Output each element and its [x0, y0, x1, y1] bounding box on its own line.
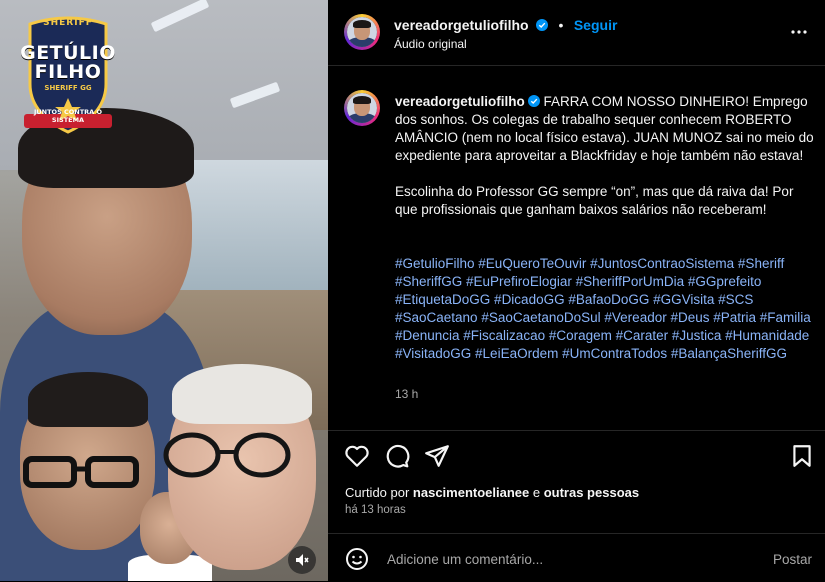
- post-dialog: SHERIFF GETÚLIO FILHO SHERIFF GG JUNTOS …: [0, 0, 825, 581]
- logo-text-top: SHERIFF: [43, 18, 93, 28]
- more-horizontal-icon: [791, 30, 807, 34]
- logo-name-line2: FILHO: [34, 61, 102, 83]
- post-panel: vereadorgetuliofilho • Seguir Áudio orig…: [328, 0, 825, 581]
- hashtag-list[interactable]: #GetulioFilho #EuQueroTeOuvir #JuntosCon…: [395, 256, 811, 361]
- separator-dot: •: [558, 17, 564, 33]
- avatar[interactable]: [344, 14, 380, 50]
- caption-hashtags[interactable]: #GetulioFilho #EuQueroTeOuvir #JuntosCon…: [395, 255, 820, 363]
- follow-button[interactable]: Seguir: [574, 17, 618, 33]
- glasses-icon: [163, 432, 291, 478]
- share-icon[interactable]: [424, 443, 450, 469]
- video-window: [175, 160, 328, 300]
- comment-bar: Postar: [328, 533, 825, 582]
- post-video[interactable]: SHERIFF GETÚLIO FILHO SHERIFF GG JUNTOS …: [0, 0, 328, 581]
- logo-name: GETÚLIO FILHO: [20, 44, 116, 82]
- comment-icon[interactable]: [384, 443, 410, 469]
- glasses-icon: [23, 456, 139, 488]
- liked-middle: e: [529, 485, 544, 500]
- caption-text: FARRA COM NOSSO DINHEIRO! Emprego dos so…: [395, 94, 814, 217]
- speaker-muted-icon: [296, 554, 309, 566]
- caption: vereadorgetuliofilho FARRA COM NOSSO DIN…: [395, 93, 815, 219]
- header-username[interactable]: vereadorgetuliofilho: [394, 17, 529, 33]
- caption-time: 13 h: [395, 387, 419, 401]
- bookmark-icon[interactable]: [789, 443, 815, 469]
- caption-username[interactable]: vereadorgetuliofilho: [395, 94, 525, 109]
- logo-subtitle: SHERIFF GG: [44, 84, 92, 92]
- heart-icon[interactable]: [344, 443, 370, 469]
- person-left-hair: [28, 372, 148, 427]
- post-comment-button[interactable]: Postar: [773, 552, 812, 567]
- emoji-icon[interactable]: [345, 547, 369, 571]
- liked-user[interactable]: nascimentoelianee: [413, 485, 529, 500]
- liked-others[interactable]: outras pessoas: [544, 485, 639, 500]
- mute-button[interactable]: [288, 546, 316, 574]
- verified-badge-icon: [527, 95, 540, 107]
- post-timestamp: há 13 horas: [345, 504, 406, 516]
- action-bar: [328, 430, 825, 481]
- more-options-button[interactable]: [789, 20, 809, 44]
- comment-input[interactable]: [385, 544, 739, 574]
- verified-badge-icon: [536, 19, 549, 31]
- post-header: vereadorgetuliofilho • Seguir Áudio orig…: [328, 0, 825, 66]
- person-right-hair: [172, 364, 312, 424]
- header-title: vereadorgetuliofilho • Seguir: [394, 17, 617, 35]
- liked-prefix: Curtido por: [345, 485, 413, 500]
- liked-by: Curtido por nascimentoelianee e outras p…: [345, 485, 639, 500]
- caption-avatar[interactable]: [344, 90, 380, 126]
- logo-slogan: JUNTOS CONTRA O SISTEMA: [33, 108, 103, 124]
- original-audio-link[interactable]: Áudio original: [394, 37, 467, 51]
